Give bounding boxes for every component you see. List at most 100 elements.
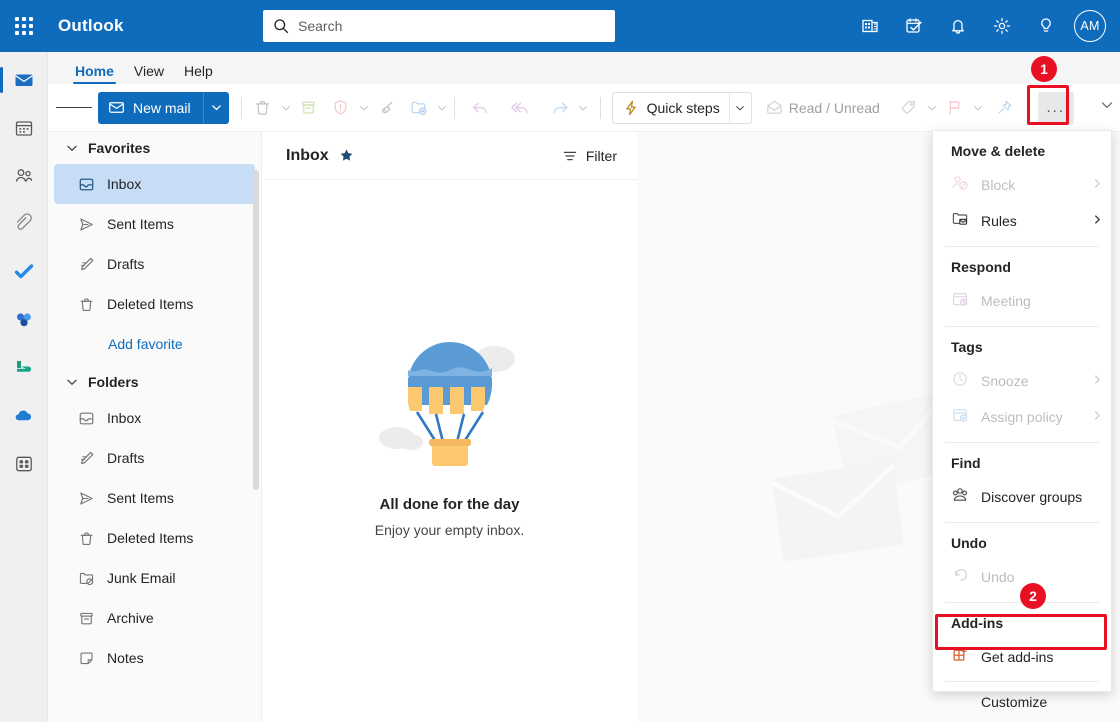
sidebar-item-drafts[interactable]: Drafts [54, 438, 255, 478]
archive-icon [80, 612, 93, 624]
collapse-ribbon-button[interactable] [1100, 98, 1114, 117]
folder-pane-scrollbar[interactable] [253, 170, 259, 490]
rail-item-onedrive[interactable] [0, 396, 48, 436]
report-dropdown-button[interactable] [357, 103, 371, 113]
delete-button[interactable] [247, 92, 279, 124]
menu-item-label: Undo [981, 569, 1015, 585]
more-options-button[interactable]: ... [1037, 91, 1074, 124]
tab-home[interactable]: Home [65, 63, 124, 84]
rail-item-files[interactable] [0, 204, 48, 244]
rail-item-apps[interactable] [0, 444, 48, 484]
filter-button[interactable]: Filter [562, 148, 617, 164]
menu-item-get-add-ins[interactable]: Get add-ins [933, 639, 1111, 675]
forward-button[interactable] [544, 92, 576, 124]
search-icon [274, 19, 289, 34]
rail-item-bookings[interactable] [0, 348, 48, 388]
sidebar-item-label: Drafts [107, 450, 145, 466]
sweep-button[interactable] [371, 92, 403, 124]
add-favorite-button[interactable]: Add favorite [48, 324, 261, 364]
read-unread-button[interactable]: Read / Unread [760, 92, 885, 124]
rail-item-mail[interactable] [0, 60, 48, 100]
tab-view[interactable]: View [124, 63, 174, 84]
assign-policy-icon [951, 406, 969, 429]
new-mail-dropdown-button[interactable] [202, 91, 229, 124]
sidebar-item-inbox[interactable]: Inbox [54, 398, 255, 438]
forward-dropdown-button[interactable] [576, 103, 590, 113]
delete-dropdown-button[interactable] [279, 103, 293, 113]
rail-item-calendar[interactable] [0, 108, 48, 148]
trash-icon [256, 100, 270, 115]
move-to-dropdown-button[interactable] [435, 103, 449, 113]
sidebar-item-deleted-items[interactable]: Deleted Items [54, 518, 255, 558]
waffle-icon [15, 17, 33, 35]
junk-folder-icon [79, 572, 94, 585]
settings-button[interactable] [980, 4, 1024, 48]
favorites-group-header[interactable]: Favorites [48, 132, 261, 164]
new-mail-envelope-icon [109, 102, 124, 113]
menu-item-snooze[interactable]: Snooze [933, 363, 1111, 399]
sidebar-item-favorites-deleted-items[interactable]: Deleted Items [54, 284, 255, 324]
tab-help[interactable]: Help [174, 63, 223, 84]
flag-dropdown-button[interactable] [971, 103, 985, 113]
sidebar-item-archive[interactable]: Archive [54, 598, 255, 638]
undo-arrow-icon [951, 566, 969, 589]
empty-inbox-state: All done for the day Enjoy your empty in… [262, 322, 637, 538]
archive-button[interactable] [293, 92, 325, 124]
flag-button[interactable] [939, 92, 971, 124]
quick-steps-dropdown-button[interactable] [728, 92, 751, 123]
avatar[interactable]: AM [1074, 10, 1106, 42]
report-button[interactable] [325, 92, 357, 124]
star-icon[interactable] [339, 148, 354, 163]
message-list-pane: Inbox Filter All done for the day Enjoy … [261, 132, 637, 722]
chevron-down-icon [359, 105, 368, 111]
folders-group-header[interactable]: Folders [48, 366, 261, 398]
search-input[interactable] [298, 18, 605, 34]
chevron-down-icon [578, 105, 587, 111]
sidebar-item-junk-email[interactable]: Junk Email [54, 558, 255, 598]
sidebar-item-label: Inbox [107, 410, 142, 426]
report-shield-icon [334, 100, 347, 115]
toolbar-divider [1026, 96, 1028, 119]
folder-pane: Favorites Inbox Sent Items Drafts Delete… [48, 132, 261, 722]
categorize-dropdown-button[interactable] [925, 103, 939, 113]
sidebar-item-favorites-drafts[interactable]: Drafts [54, 244, 255, 284]
sidebar-item-favorites-sent-items[interactable]: Sent Items [54, 204, 255, 244]
reply-all-arrow-icon [510, 102, 528, 113]
teams-icon [862, 19, 878, 33]
notifications-button[interactable] [936, 4, 980, 48]
send-icon [80, 491, 93, 505]
menu-item-customize[interactable]: Customize [933, 682, 1111, 722]
rail-item-viva-engage[interactable] [0, 300, 48, 340]
menu-item-label: Get add-ins [981, 649, 1054, 665]
search-box[interactable] [263, 10, 615, 42]
reply-button[interactable] [464, 92, 496, 124]
inbox-icon [79, 412, 94, 424]
empty-state-title: All done for the day [379, 496, 520, 513]
menu-item-label: Meeting [981, 293, 1031, 309]
app-rail [0, 52, 48, 722]
reply-all-button[interactable] [504, 92, 536, 124]
menu-item-rules[interactable]: Rules [933, 203, 1111, 239]
menu-item-block[interactable]: Block [933, 167, 1111, 203]
menu-item-assign-policy[interactable]: Assign policy [933, 399, 1111, 435]
rail-item-people[interactable] [0, 156, 48, 196]
menu-section-title-tags: Tags [951, 339, 983, 355]
chevron-right-icon [1092, 212, 1103, 230]
categorize-button[interactable] [893, 92, 925, 124]
new-mail-button[interactable]: New mail [98, 91, 203, 124]
menu-item-discover-groups[interactable]: Discover groups [933, 479, 1111, 515]
rail-item-todo[interactable] [0, 252, 48, 292]
toggle-folder-pane-button[interactable] [56, 92, 92, 124]
menu-item-meeting[interactable]: Meeting [933, 283, 1111, 319]
app-launcher-button[interactable] [0, 0, 48, 52]
sidebar-item-notes[interactable]: Notes [54, 638, 255, 678]
bookings-icon [16, 361, 31, 372]
quick-steps-button[interactable]: Quick steps [613, 93, 729, 123]
tips-button[interactable] [1024, 4, 1068, 48]
pin-button[interactable] [989, 92, 1021, 124]
teams-button[interactable] [848, 4, 892, 48]
todo-tasks-button[interactable] [892, 4, 936, 48]
sidebar-item-sent-items[interactable]: Sent Items [54, 478, 255, 518]
sidebar-item-favorites-inbox[interactable]: Inbox [54, 164, 255, 204]
move-to-button[interactable] [403, 92, 435, 124]
